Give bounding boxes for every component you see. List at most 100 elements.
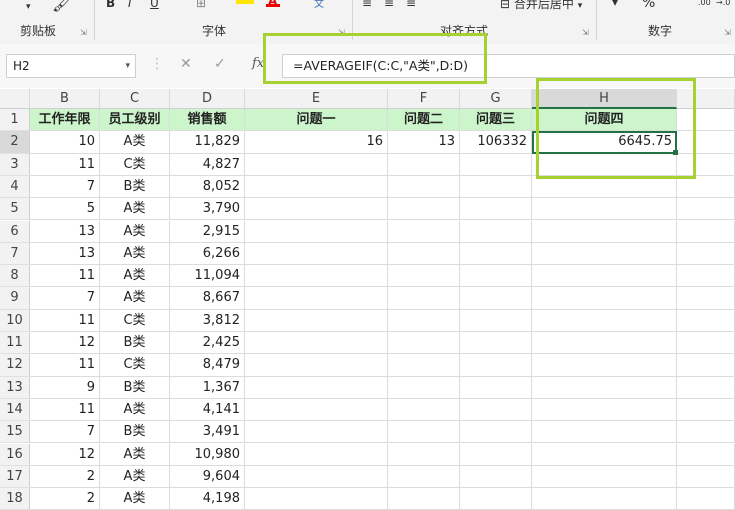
empty-cell[interactable]: [460, 153, 532, 176]
empty-cell[interactable]: [677, 287, 735, 310]
empty-cell[interactable]: [460, 398, 532, 422]
cell-b[interactable]: 13: [30, 220, 100, 243]
row-header[interactable]: 9: [0, 287, 30, 310]
empty-cell[interactable]: [532, 398, 677, 422]
empty-cell[interactable]: [532, 198, 677, 221]
empty-cell[interactable]: [677, 309, 735, 332]
cell-d[interactable]: 3,790: [170, 198, 245, 221]
empty-cell[interactable]: [677, 265, 735, 288]
empty-cell[interactable]: [245, 220, 388, 243]
align-right-icon[interactable]: ≡: [406, 0, 416, 10]
cell-d[interactable]: 2,915: [170, 220, 245, 243]
cell-c[interactable]: A类: [100, 488, 170, 510]
column-header-f[interactable]: F: [388, 89, 460, 109]
empty-cell[interactable]: [388, 287, 460, 310]
column-header-c[interactable]: C: [100, 89, 170, 109]
empty-cell[interactable]: [532, 332, 677, 355]
cell-c[interactable]: A类: [100, 443, 170, 466]
empty-cell[interactable]: [460, 376, 532, 399]
empty-cell[interactable]: [388, 398, 460, 422]
empty-cell[interactable]: [460, 465, 532, 489]
empty-cell[interactable]: [388, 354, 460, 377]
cell-b[interactable]: 11: [30, 265, 100, 288]
cell-c[interactable]: A类: [100, 398, 170, 422]
number-launcher-icon[interactable]: ⇲: [724, 28, 731, 37]
cell-c[interactable]: B类: [100, 175, 170, 199]
cell-b[interactable]: 7: [30, 287, 100, 310]
empty-cell[interactable]: [460, 332, 532, 355]
cell-f[interactable]: 13: [388, 131, 460, 154]
empty-cell[interactable]: [245, 287, 388, 310]
column-header-d[interactable]: D: [170, 89, 245, 109]
empty-cell[interactable]: [460, 198, 532, 221]
row-header[interactable]: 1: [0, 109, 30, 132]
cell-d[interactable]: 2,425: [170, 332, 245, 355]
cell-c[interactable]: C类: [100, 309, 170, 332]
empty-cell[interactable]: [245, 242, 388, 266]
row-header[interactable]: 8: [0, 265, 30, 288]
cell-b[interactable]: 11: [30, 354, 100, 377]
empty-cell[interactable]: [245, 265, 388, 288]
cell-c[interactable]: A类: [100, 220, 170, 243]
empty-cell[interactable]: [388, 309, 460, 332]
currency-icon[interactable]: ▾: [612, 0, 618, 9]
cell-b[interactable]: 11: [30, 398, 100, 422]
empty-cell[interactable]: [677, 220, 735, 243]
cell-b[interactable]: 7: [30, 421, 100, 444]
row-header[interactable]: 18: [0, 488, 30, 510]
cell-d[interactable]: 3,812: [170, 309, 245, 332]
underline-button[interactable]: U: [150, 0, 159, 10]
column-header-g[interactable]: G: [460, 89, 532, 109]
empty-cell[interactable]: [245, 465, 388, 489]
empty-cell[interactable]: [460, 175, 532, 199]
empty-cell[interactable]: [677, 198, 735, 221]
cell-c[interactable]: C类: [100, 153, 170, 176]
empty-cell[interactable]: [677, 175, 735, 199]
cell-b[interactable]: 5: [30, 198, 100, 221]
empty-cell[interactable]: [388, 488, 460, 510]
cell-b[interactable]: 11: [30, 309, 100, 332]
cell-d[interactable]: 4,141: [170, 398, 245, 422]
paste-dropdown-icon[interactable]: ▾: [26, 2, 31, 12]
row-header[interactable]: 4: [0, 175, 30, 199]
empty-cell[interactable]: [460, 287, 532, 310]
empty-cell[interactable]: [532, 265, 677, 288]
empty-cell[interactable]: [677, 332, 735, 355]
merge-dropdown-icon[interactable]: ▾: [578, 1, 583, 11]
name-box-dropdown-icon[interactable]: ▾: [125, 55, 130, 77]
empty-cell[interactable]: [460, 309, 532, 332]
empty-cell[interactable]: [532, 309, 677, 332]
select-all-corner[interactable]: [0, 89, 30, 109]
empty-cell[interactable]: [245, 332, 388, 355]
cell-d[interactable]: 4,198: [170, 488, 245, 510]
empty-cell[interactable]: [245, 175, 388, 199]
cell-b[interactable]: 12: [30, 332, 100, 355]
percent-button[interactable]: %: [642, 0, 655, 11]
header-cell-b[interactable]: 工作年限: [30, 109, 100, 132]
empty-cell[interactable]: [460, 265, 532, 288]
cell-d[interactable]: 8,667: [170, 287, 245, 310]
empty-cell[interactable]: [677, 242, 735, 266]
decrease-decimal-icon[interactable]: →.0: [716, 0, 730, 7]
cell-c[interactable]: B类: [100, 332, 170, 355]
empty-cell[interactable]: [245, 309, 388, 332]
cell-d[interactable]: 11,094: [170, 265, 245, 288]
cell-c[interactable]: A类: [100, 242, 170, 266]
row-header[interactable]: 11: [0, 332, 30, 355]
cell-c[interactable]: B类: [100, 376, 170, 399]
empty-cell[interactable]: [460, 488, 532, 510]
cell-d[interactable]: 9,604: [170, 465, 245, 489]
enter-icon[interactable]: ✓: [214, 56, 226, 72]
cell-d[interactable]: 8,052: [170, 175, 245, 199]
cell-c[interactable]: A类: [100, 198, 170, 221]
empty-cell[interactable]: [677, 421, 735, 444]
empty-cell[interactable]: [532, 465, 677, 489]
increase-decimal-icon[interactable]: .00: [698, 0, 711, 7]
empty-cell[interactable]: [388, 376, 460, 399]
empty-cell[interactable]: [388, 465, 460, 489]
row-header[interactable]: 13: [0, 376, 30, 399]
empty-cell[interactable]: [532, 443, 677, 466]
row-header[interactable]: 7: [0, 242, 30, 266]
empty-cell[interactable]: [532, 421, 677, 444]
empty-cell[interactable]: [388, 242, 460, 266]
